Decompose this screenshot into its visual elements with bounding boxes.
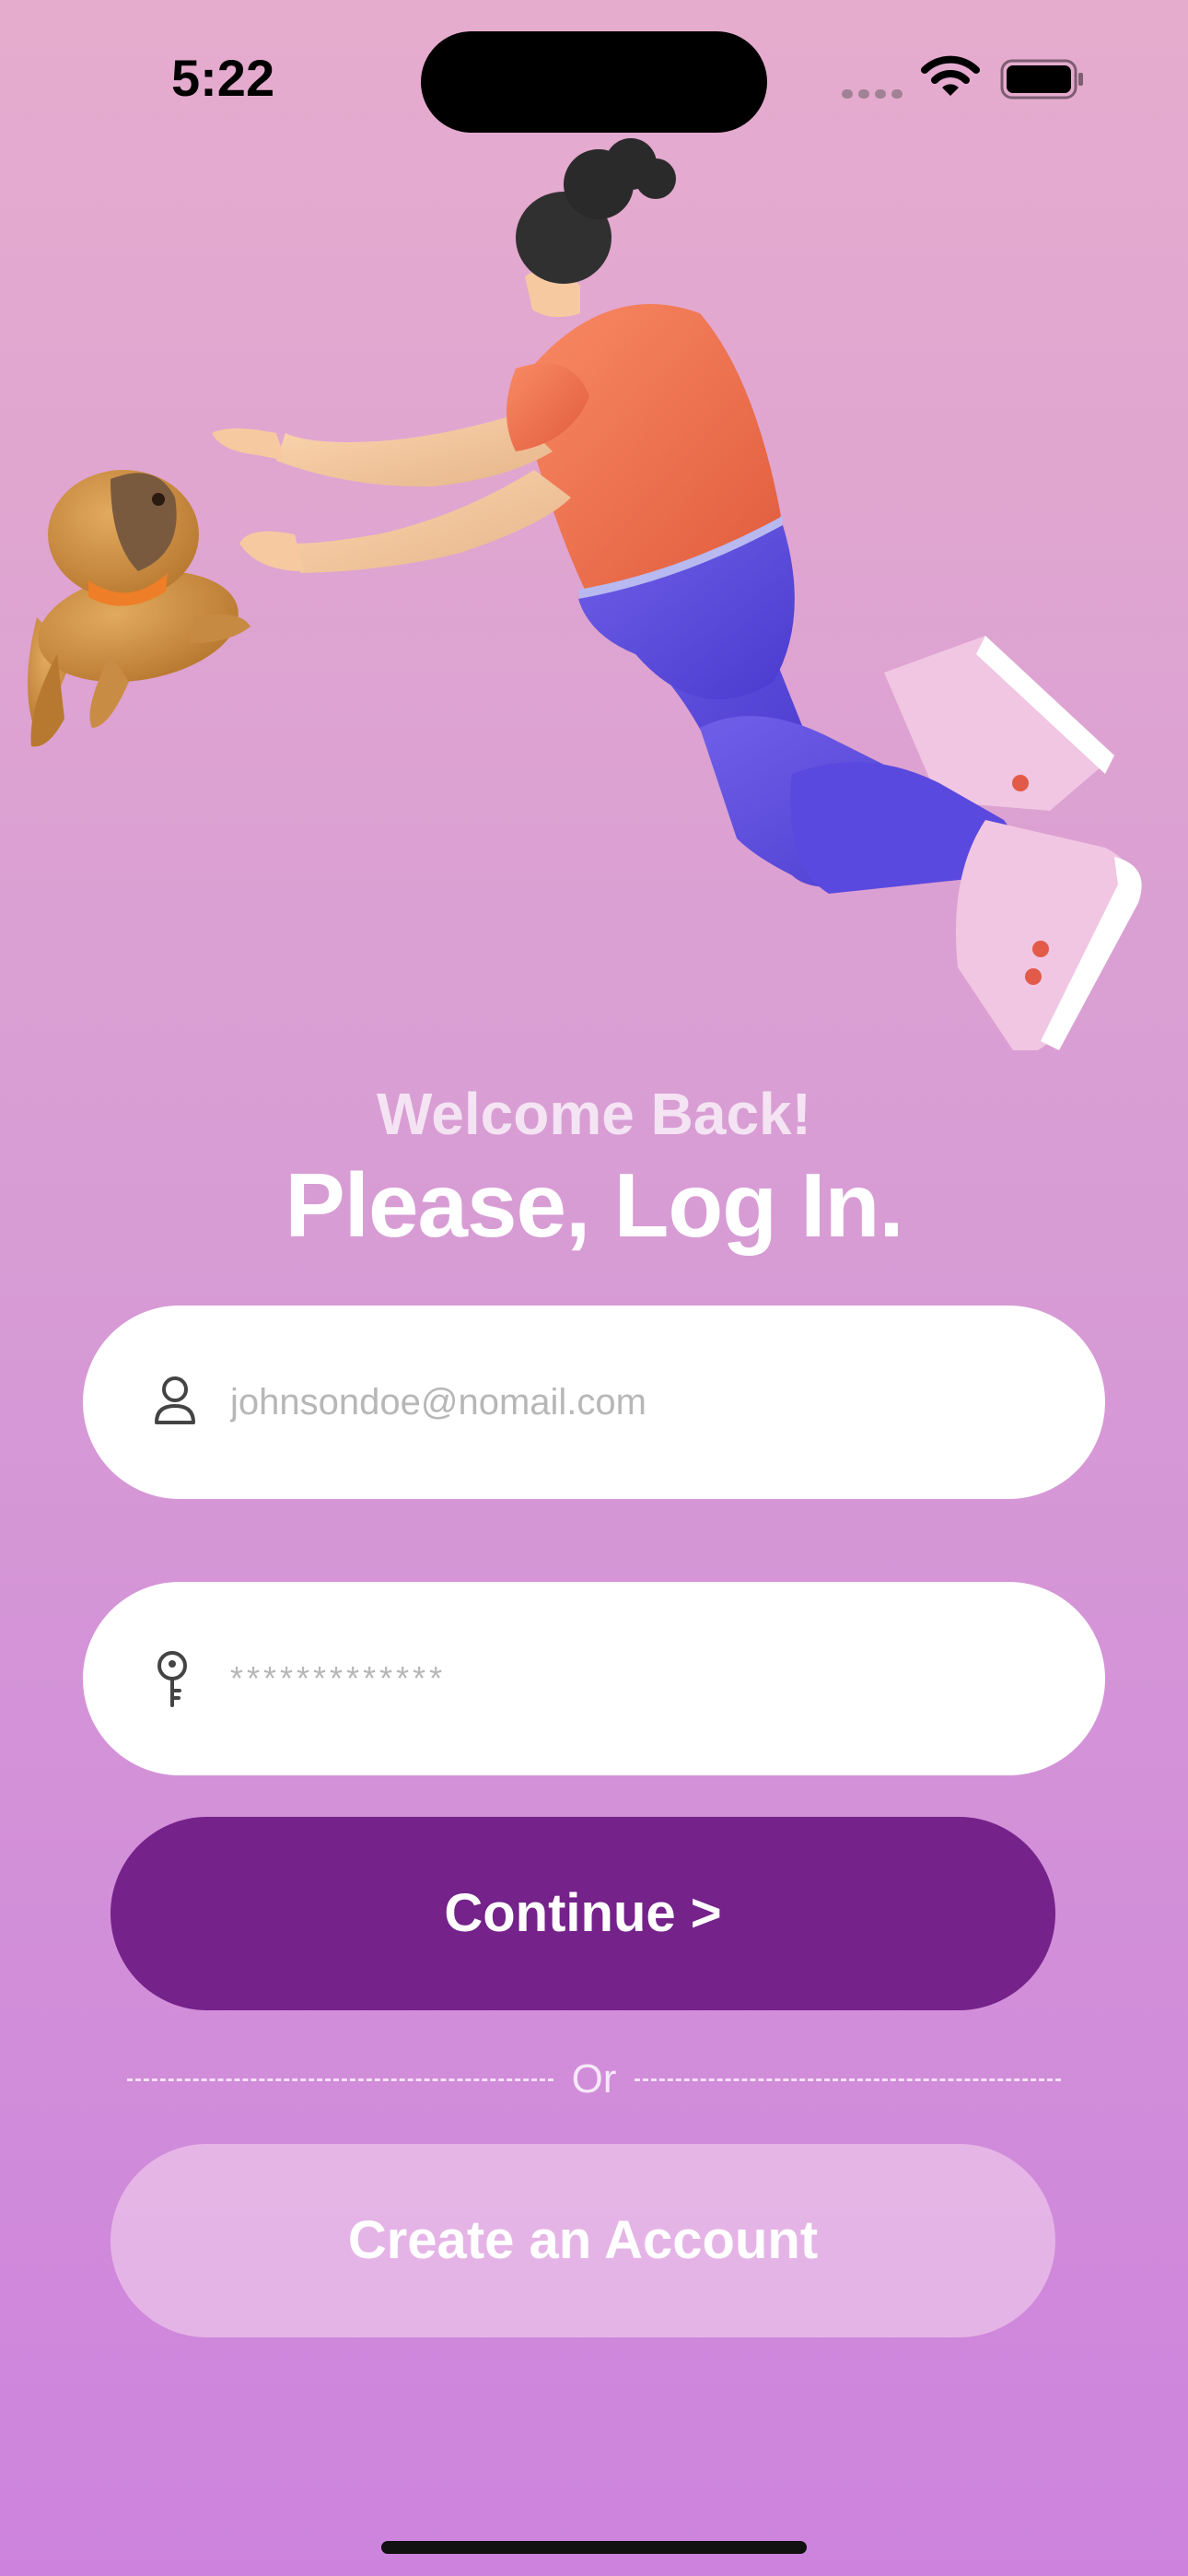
divider-label: Or	[571, 2056, 617, 2102]
welcome-text: Welcome Back!	[377, 1081, 811, 1147]
battery-icon	[1000, 59, 1083, 100]
continue-button[interactable]: Continue >	[111, 1817, 1055, 2010]
email-field[interactable]	[83, 1306, 1105, 1499]
status-time: 5:22	[171, 49, 275, 107]
divider-line-left	[127, 2078, 553, 2081]
password-field[interactable]	[83, 1582, 1105, 1775]
person-figure	[212, 138, 1142, 1050]
hero-illustration	[28, 138, 1142, 1050]
wifi-icon	[921, 55, 980, 96]
divider-line-right	[635, 2078, 1062, 2081]
cellular-signal-icon	[842, 87, 908, 103]
dynamic-island	[421, 31, 767, 133]
create-account-button[interactable]: Create an Account	[111, 2144, 1055, 2337]
home-indicator[interactable]	[381, 2541, 807, 2554]
password-input[interactable]	[230, 1637, 1041, 1720]
page-title: Please, Log In.	[285, 1154, 903, 1256]
status-bar: 5:22	[0, 0, 1188, 157]
or-divider: Or	[127, 2052, 1062, 2107]
dog-figure	[28, 470, 250, 747]
key-icon	[157, 1651, 187, 1707]
email-input[interactable]	[230, 1361, 1041, 1444]
user-icon	[155, 1376, 195, 1424]
